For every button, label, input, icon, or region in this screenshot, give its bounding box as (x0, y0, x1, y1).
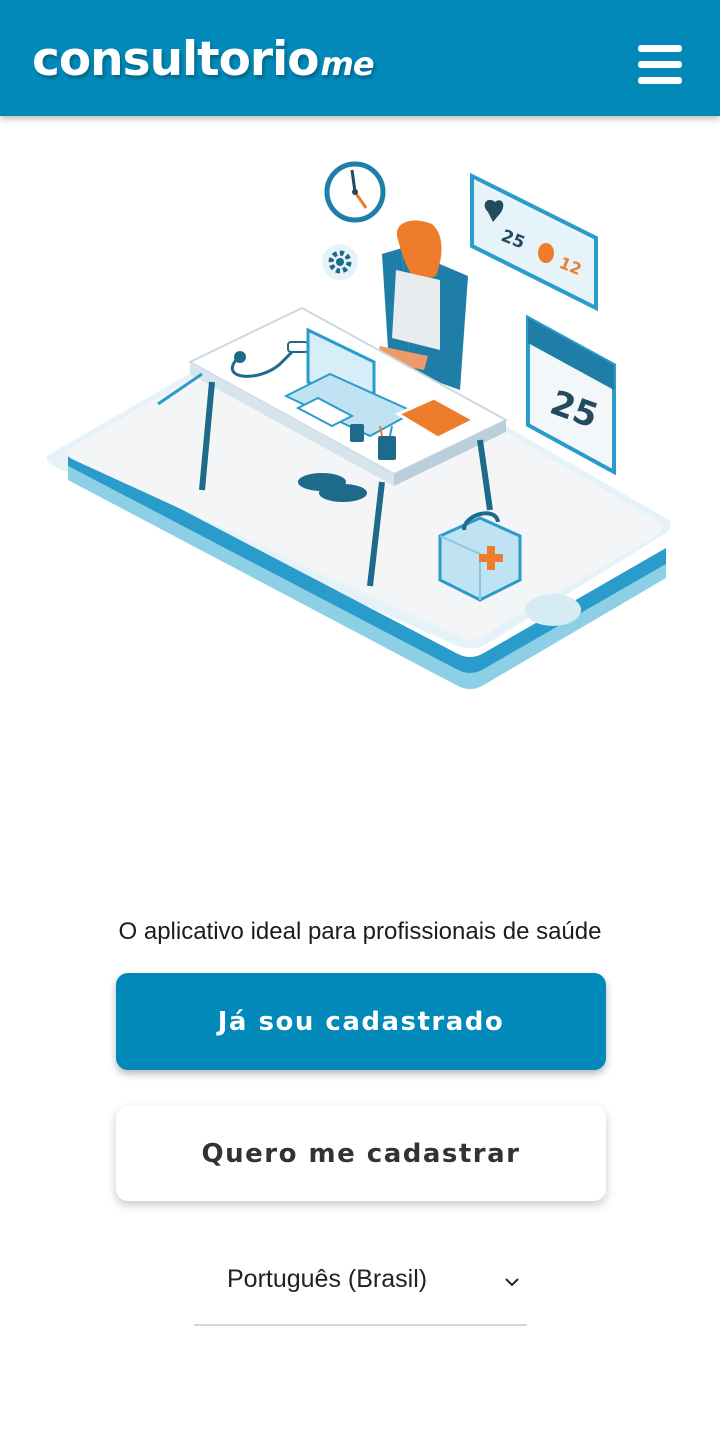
app-tagline: O aplicativo ideal para profissionais de… (118, 918, 602, 945)
language-selected-value: Português (Brasil) (227, 1265, 428, 1293)
chevron-down-icon (505, 1278, 519, 1287)
login-button[interactable]: Já sou cadastrado (116, 973, 606, 1070)
logo-main-text: consultorio (32, 32, 319, 87)
app-logo: consultoriome (32, 32, 375, 92)
app-header: consultoriome (0, 0, 720, 116)
hamburger-menu-icon[interactable] (634, 40, 686, 88)
signup-button[interactable]: Quero me cadastrar (116, 1106, 606, 1201)
language-select[interactable]: Português (Brasil) (194, 1252, 527, 1326)
logo-suffix-text: me (320, 45, 375, 83)
doctor-desk-illustration: 25 12 25 (46, 161, 672, 689)
